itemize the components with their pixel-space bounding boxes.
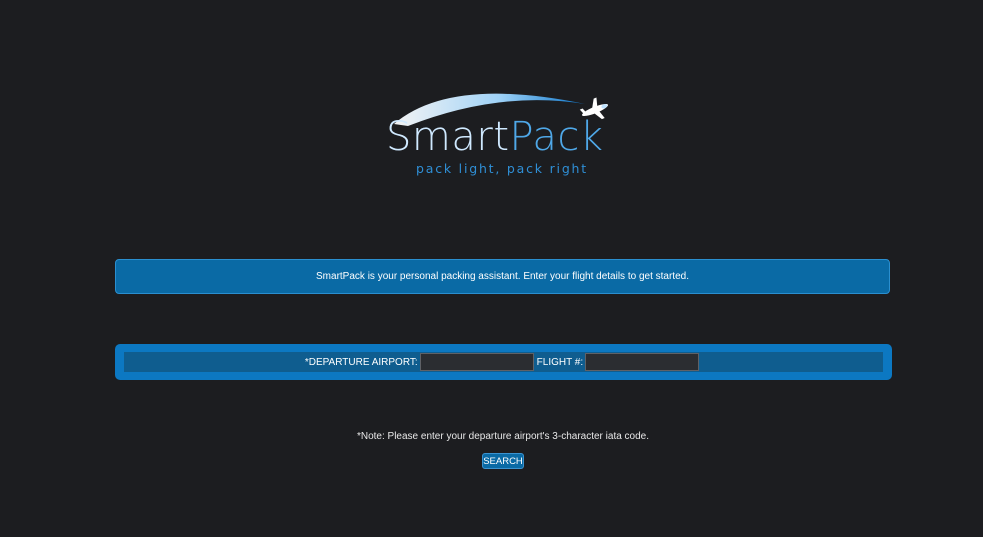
flight-number-input[interactable] (585, 353, 700, 371)
info-banner-text: SmartPack is your personal packing assis… (316, 271, 689, 282)
logo-title: SmartPack (386, 117, 604, 157)
smartpack-logo: SmartPack pack light, pack right (380, 80, 630, 180)
flight-search-panel: *DEPARTURE AIRPORT: FLIGHT #: (115, 344, 892, 380)
departure-airport-input[interactable] (419, 353, 534, 371)
departure-airport-label: *DEPARTURE AIRPORT: (304, 356, 418, 368)
logo-tagline: pack light, pack right (416, 161, 588, 176)
info-banner: SmartPack is your personal packing assis… (115, 259, 890, 294)
search-button[interactable]: SEARCH (482, 453, 524, 469)
logo-title-smart: Smart (386, 114, 510, 160)
logo-title-pack: Pack (509, 114, 604, 160)
flight-number-label: FLIGHT #: (536, 356, 584, 368)
iata-note: *Note: Please enter your departure airpo… (356, 431, 650, 442)
flight-search-row: *DEPARTURE AIRPORT: FLIGHT #: (124, 352, 883, 372)
